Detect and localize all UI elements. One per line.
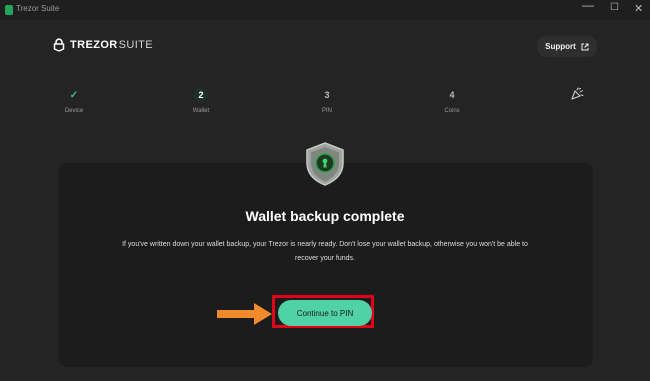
minimize-button[interactable]: — bbox=[582, 0, 594, 12]
lock-logo-icon bbox=[53, 38, 65, 52]
brand-suffix: SUITE bbox=[118, 39, 154, 51]
step-label: Wallet bbox=[192, 108, 210, 114]
backup-description: If you've written down your wallet backu… bbox=[122, 241, 528, 262]
continue-to-pin-button[interactable]: Continue to PIN bbox=[278, 300, 372, 326]
window-titlebar: Trezor Suite — ☐ ✕ bbox=[0, 0, 650, 20]
step-wallet: 2 Wallet bbox=[171, 88, 231, 114]
step-label: Coins bbox=[444, 108, 460, 114]
checkmark-icon: ✓ bbox=[69, 89, 79, 101]
step-number: 3 bbox=[324, 90, 330, 100]
window-title: Trezor Suite bbox=[16, 4, 60, 13]
close-button[interactable]: ✕ bbox=[634, 2, 643, 15]
orange-arrow-icon bbox=[217, 303, 272, 325]
brand-name: TREZOR bbox=[70, 39, 118, 51]
external-link-icon bbox=[581, 43, 589, 50]
trezor-suite-logo: TREZOR SUITE bbox=[52, 38, 153, 52]
support-button[interactable]: Support bbox=[537, 36, 597, 57]
shield-keyhole-icon bbox=[306, 142, 344, 186]
step-number: 4 bbox=[449, 90, 455, 100]
maximize-button[interactable]: ☐ bbox=[610, 2, 619, 13]
step-label: PIN bbox=[321, 108, 332, 114]
step-coins: 4 Coins bbox=[422, 88, 482, 114]
trezor-app-icon bbox=[5, 5, 13, 15]
support-label: Support bbox=[545, 42, 576, 51]
page-title: Wallet backup complete bbox=[245, 208, 405, 224]
step-number: 2 bbox=[194, 88, 208, 102]
party-popper-icon bbox=[571, 87, 584, 100]
step-label: Device bbox=[64, 108, 84, 114]
step-device: ✓ Device bbox=[44, 88, 104, 115]
step-pin: 3 PIN bbox=[297, 88, 357, 114]
